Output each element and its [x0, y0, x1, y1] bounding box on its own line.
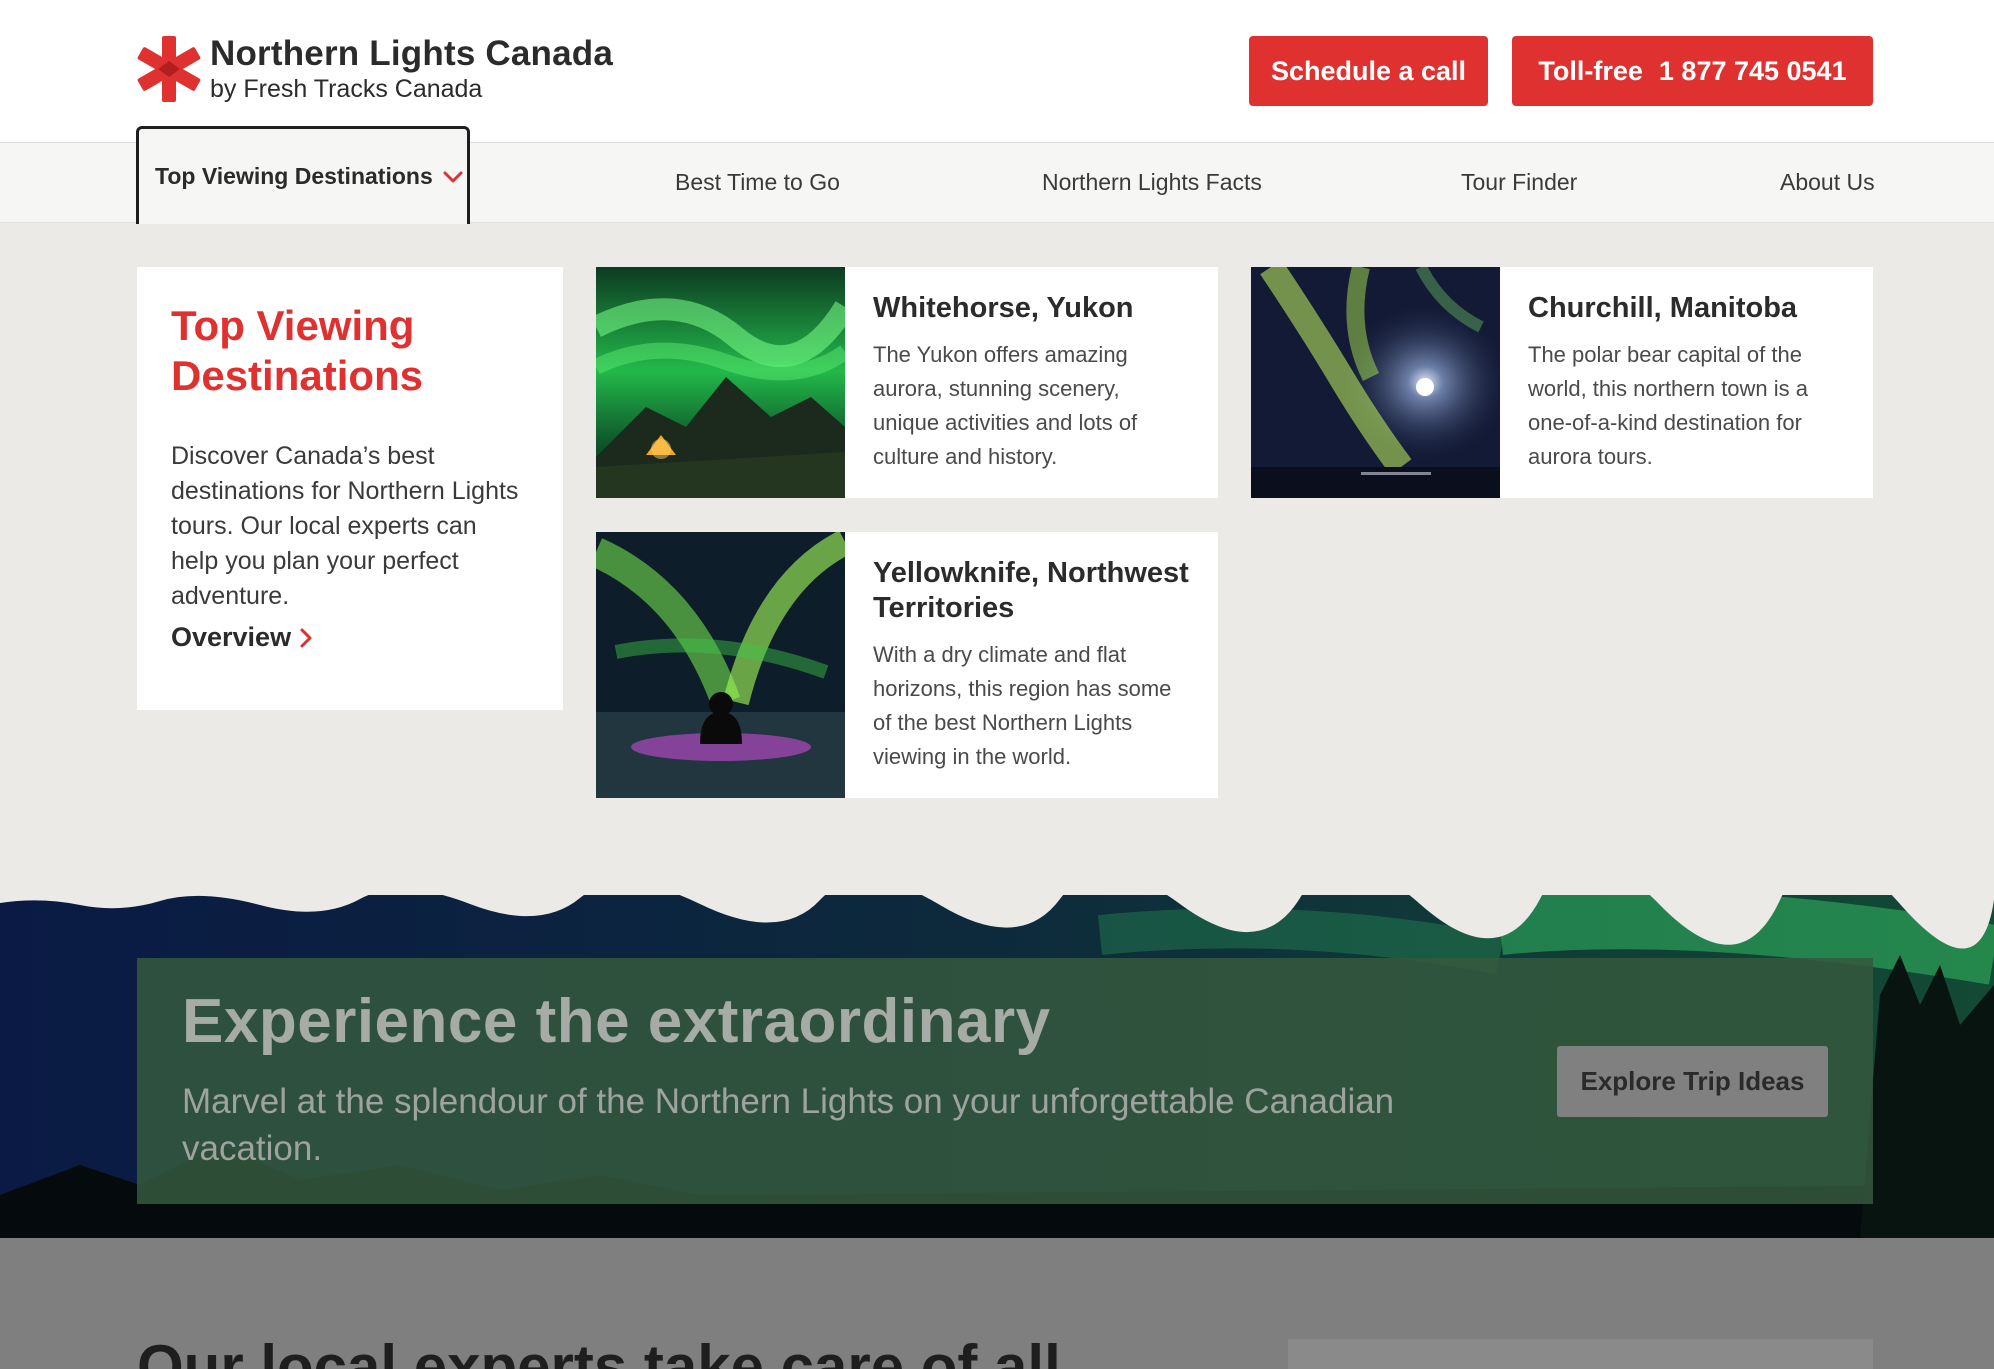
side-panel: [1288, 1339, 1873, 1369]
destination-title: Churchill, Manitoba: [1528, 292, 1798, 324]
nav-best-time-to-go[interactable]: Best Time to Go: [675, 169, 840, 196]
brand-title: Northern Lights Canada: [210, 34, 614, 73]
chevron-down-icon: [443, 171, 463, 182]
toll-free-number: 1 877 745 0541: [1658, 55, 1847, 86]
destination-description: The Yukon offers amazing aurora, stunnin…: [873, 342, 1138, 469]
destination-title: Whitehorse, Yukon: [873, 292, 1134, 324]
hero-callout: Experience the extraordinary Marvel at t…: [137, 958, 1873, 1204]
maple-star-icon: [137, 36, 201, 102]
destination-card-whitehorse[interactable]: Whitehorse, Yukon The Yukon offers amazi…: [596, 267, 1218, 498]
toll-free-button[interactable]: Toll-free 1 877 745 0541: [1512, 36, 1873, 106]
destination-title: Yellowknife, Northwest Territories: [873, 557, 1189, 624]
intro-title: Top Viewing Destinations: [171, 302, 424, 399]
schedule-call-button[interactable]: Schedule a call: [1249, 36, 1488, 106]
chevron-right-icon: [300, 628, 312, 647]
nav-top-viewing-destinations[interactable]: Top Viewing Destinations: [136, 126, 470, 224]
destination-description: With a dry climate and flat horizons, th…: [873, 642, 1172, 769]
destination-card-yellowknife[interactable]: Yellowknife, Northwest Territories With …: [596, 532, 1218, 798]
overview-link[interactable]: Overview: [171, 622, 313, 653]
hero-title: Experience the extraordinary: [182, 987, 1051, 1056]
churchill-aurora-image: [1251, 267, 1500, 498]
nav-tour-finder[interactable]: Tour Finder: [1461, 169, 1577, 196]
nav-about-us[interactable]: About Us: [1780, 169, 1875, 196]
yellowknife-aurora-image: [596, 532, 845, 798]
explore-trip-ideas-button[interactable]: Explore Trip Ideas: [1557, 1046, 1828, 1117]
brand-logo[interactable]: Northern Lights Canada by Fresh Tracks C…: [136, 34, 613, 104]
destinations-intro-card: Top Viewing Destinations Discover Canada…: [137, 267, 563, 710]
toll-free-label: Toll-free: [1538, 55, 1643, 86]
nav-northern-lights-facts[interactable]: Northern Lights Facts: [1042, 169, 1262, 196]
intro-description: Discover Canada’s best destinations for …: [171, 442, 519, 610]
main-nav: Top Viewing Destinations Best Time to Go…: [0, 126, 1994, 224]
lower-section: Our local experts take care of all: [0, 1238, 1994, 1369]
site-header: Northern Lights Canada by Fresh Tracks C…: [0, 0, 1994, 143]
hero-banner: Experience the extraordinary Marvel at t…: [0, 895, 1994, 1238]
destination-description: The polar bear capital of the world, thi…: [1528, 342, 1809, 469]
whitehorse-aurora-image: [596, 267, 845, 498]
brand-subtitle: by Fresh Tracks Canada: [210, 75, 483, 103]
nav-item-label: Top Viewing Destinations: [155, 163, 433, 189]
overview-link-label: Overview: [171, 622, 292, 652]
hero-subtitle: Marvel at the splendour of the Northern …: [182, 1082, 1395, 1168]
destination-card-churchill[interactable]: Churchill, Manitoba The polar bear capit…: [1251, 267, 1873, 498]
section-heading: Our local experts take care of all: [137, 1333, 1061, 1369]
